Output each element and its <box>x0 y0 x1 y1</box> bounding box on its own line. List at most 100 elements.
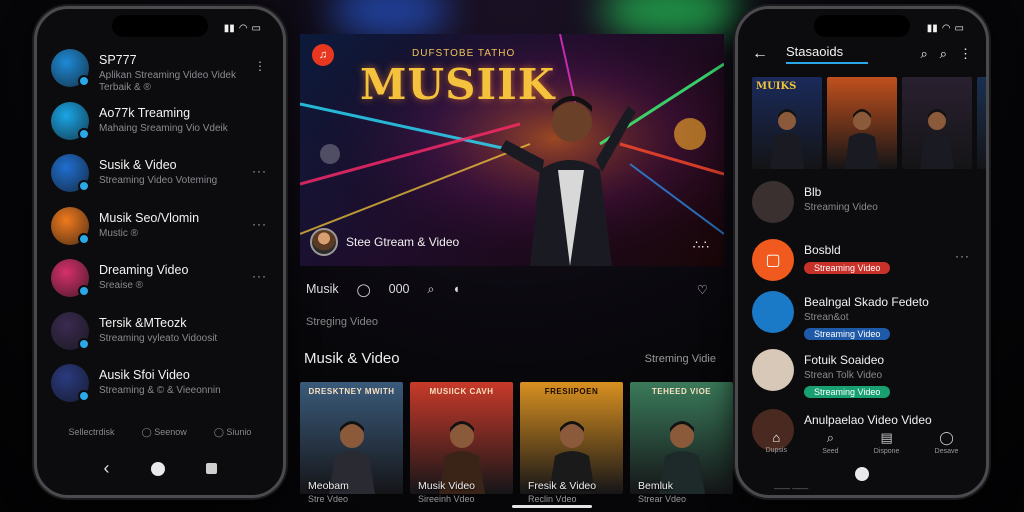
tab-search[interactable]: ⌕ Seed <box>822 430 838 455</box>
tab-label: Dispone <box>873 447 900 455</box>
profile-icon: ◯ <box>939 429 954 445</box>
home-button[interactable] <box>855 467 869 481</box>
video-thumbnail: MUSIICK CAVH <box>410 382 513 494</box>
online-dot-icon <box>78 180 90 192</box>
card-title: Bemluk <box>638 480 674 492</box>
chat-list-item[interactable]: Ao77k Treaming Mahaing Sreaming Vio Vdeik <box>51 101 269 155</box>
card-title: Meobam <box>308 480 349 492</box>
chat-title: Susik & Video <box>99 158 177 172</box>
bottom-tab-chat[interactable]: ◯ Seenow <box>142 427 187 438</box>
chat-avatar <box>51 101 90 140</box>
chat-title: Musik Seo/Vlomin <box>99 210 200 225</box>
recents-button[interactable] <box>205 463 217 474</box>
video-thumbnail[interactable] <box>977 77 986 169</box>
signal-icon: ▮▮ <box>223 22 235 34</box>
online-dot-icon <box>78 337 90 350</box>
video-thumbnail: DRESKTNEY MWITH <box>300 382 403 494</box>
back-icon[interactable]: ‹ <box>104 458 110 479</box>
video-thumbnail[interactable] <box>827 77 897 169</box>
chat-title: Ao77k Treaming <box>99 105 191 120</box>
poster-caption: MUSIICK CAVH <box>429 387 494 396</box>
channel-title: Fotuik Soaideo <box>804 353 885 367</box>
poster-caption: FRESIIPOEN <box>544 387 599 396</box>
channel-name: Stee Gtream & Video <box>346 235 460 249</box>
channel-avatar <box>752 349 794 391</box>
chat-list-item[interactable]: Susik & Video Streaming Video Voteming ··· <box>51 154 269 207</box>
section-title: Musik & Video <box>304 350 400 367</box>
bottom-caption: —— —— <box>774 484 809 493</box>
search-icon[interactable]: ⌕ <box>920 46 927 62</box>
category-pill[interactable]: Streaming Video <box>804 386 891 398</box>
section-link[interactable]: Streming Vidie <box>645 353 716 365</box>
chat-avatar <box>51 154 90 192</box>
chat-avatar <box>51 259 90 297</box>
channel-list-item[interactable]: ▢ Bosbld Streaming Video ··· <box>752 239 972 291</box>
poster-caption: DRESKTNEY MWITH <box>308 387 395 396</box>
chat-list-item[interactable]: Ausik Sfoi Video Streaming & © & Vieeonni… <box>51 364 269 417</box>
search-alt-icon[interactable]: ⌕ <box>940 46 947 62</box>
hero-channel[interactable]: Stee Gtream & Video <box>310 228 459 256</box>
channel-title: Blb <box>804 185 822 199</box>
video-card[interactable]: FRESIIPOEN Fresik & Video Reclin Vdeo <box>520 382 623 504</box>
brand-badge[interactable]: ♫ <box>312 44 334 66</box>
channel-list-item[interactable]: Blb Streaming Video <box>752 181 972 239</box>
more-vert-icon[interactable]: ⋮ <box>254 59 267 73</box>
comment-icon[interactable]: ◯ <box>357 282 371 297</box>
more-horiz-icon[interactable]: ··· <box>252 164 267 178</box>
chat-title: Ausik Sfoi Video <box>99 368 190 382</box>
card-subtitle: Reclin Vdeo <box>528 494 577 504</box>
search-icon: ⌕ <box>826 429 835 445</box>
online-dot-icon <box>78 232 90 245</box>
chat-list-item[interactable]: Tersik &MTeozk Streaming vyleato Vidoosit <box>51 311 269 365</box>
more-horiz-icon[interactable]: ··· <box>955 249 970 263</box>
like-icon[interactable]: ♡ <box>697 282 708 297</box>
tab-label: Dupsis <box>765 447 787 454</box>
home-button[interactable] <box>150 461 165 476</box>
video-thumbnail: TEHEED VIOE <box>630 382 733 494</box>
tab-profile[interactable]: ◯ Desave <box>935 430 959 455</box>
bottom-tab-status[interactable]: ◯ Siunio <box>214 427 252 438</box>
artist-figure <box>920 109 954 169</box>
video-card[interactable]: TEHEED VIOE Bemluk Strear Vdeo <box>630 382 733 504</box>
search-icon[interactable]: ⌕ <box>428 282 435 297</box>
chat-subtitle: Streaming Video Voteming <box>99 175 218 186</box>
chat-list-item[interactable]: SP777 Aplikan Streaming Video Videk Terbai… <box>51 49 269 102</box>
more-horiz-icon[interactable]: ··· <box>252 269 267 283</box>
channel-avatar <box>310 228 338 256</box>
camera-icon: ▢ <box>765 252 781 269</box>
card-title: Musik Video <box>418 480 476 492</box>
channel-list-item[interactable]: Bealngal Skado Fedeto Strean&ot Streaming … <box>752 291 972 349</box>
share-icon[interactable]: ◖ <box>453 282 461 296</box>
right-phone: ▮▮ ◠ ▭ ← Stasaoids ⌕ ⌕ ⋮ MUIKS Blb Stream… <box>735 6 989 498</box>
battery-icon: ▭ <box>954 22 964 34</box>
video-thumbnail[interactable] <box>902 77 972 169</box>
bottom-tab-selected[interactable]: Sellectrdisk <box>69 427 115 437</box>
back-arrow-icon[interactable]: ← <box>752 45 768 63</box>
scroll-indicator <box>512 505 592 508</box>
more-horiz-icon[interactable]: ··· <box>252 217 267 231</box>
video-card[interactable]: DRESKTNEY MWITH Meobam Stre Vdeo <box>300 382 403 504</box>
chat-list-item[interactable]: Musik Seo/Vlomin Mustic ® ··· <box>51 206 269 260</box>
online-dot-icon <box>78 285 90 297</box>
more-vert-icon[interactable]: ⋮ <box>959 46 972 62</box>
video-card[interactable]: MUSIICK CAVH Musik Video Sireeinh Vdeo <box>410 382 513 504</box>
wifi-icon: ◠ <box>941 22 951 34</box>
left-bottom-tabs: Sellectrdisk ◯ Seenow ◯ Siunio <box>37 421 283 443</box>
category-pill[interactable]: Streaming Video <box>804 328 891 340</box>
tab-home[interactable]: ⌂ Dupsis <box>766 430 787 454</box>
channel-list-item[interactable]: Fotuik Soaideo Strean Tolk Video Streaming… <box>752 349 972 409</box>
thumb-caption: MUIKS <box>756 81 797 92</box>
right-header-title[interactable]: Stasaoids <box>786 44 868 64</box>
category-pill[interactable]: Streaming Video <box>804 262 891 274</box>
tab-library[interactable]: ▤ Dispone <box>874 430 900 455</box>
chat-icon: ◯ <box>141 426 152 437</box>
options-icon[interactable]: ∴∴ <box>693 238 710 252</box>
center-panel: ♫ DUFSTOBE TATHO MUSIIK Stee Gtream & Vi… <box>300 34 733 512</box>
chat-list-item[interactable]: Dreaming Video Sreaise ® ··· <box>51 259 269 312</box>
signal-icon: ▮▮ <box>926 22 938 34</box>
chat-subtitle-2: Terbaik & ® <box>99 82 151 93</box>
chat-avatar <box>51 49 90 87</box>
thumbnail-row: MUIKS <box>752 77 986 169</box>
hero-banner[interactable]: ♫ DUFSTOBE TATHO MUSIIK Stee Gtream & Vi… <box>300 34 724 266</box>
video-thumbnail[interactable]: MUIKS <box>752 77 822 169</box>
